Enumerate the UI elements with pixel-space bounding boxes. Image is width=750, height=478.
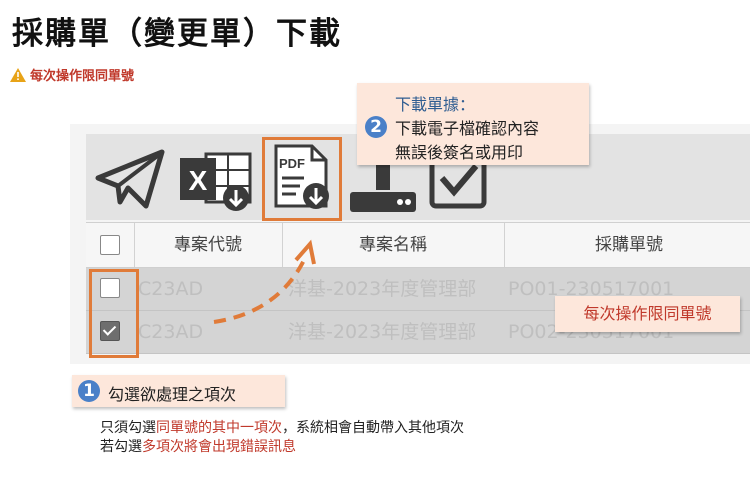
excel-export-icon[interactable]: X	[178, 148, 256, 212]
warning-icon	[10, 67, 26, 82]
note-2-pre: 若勾選	[100, 439, 142, 455]
warning-text: 每次操作限同單號	[30, 69, 135, 84]
header-po-number[interactable]: 採購單號	[504, 223, 750, 267]
table-header: 專案代號 專案名稱 採購單號	[86, 222, 750, 268]
note-2-highlight: 多項次將會出現錯誤訊息	[142, 439, 296, 455]
note-1-pre: 只須勾選	[100, 420, 156, 436]
instruction-notes: 只須勾選同單號的其中一項次，系統相會自動帶入其他項次 若勾選多項次將會出現錯誤訊…	[100, 419, 464, 457]
select-all-cell	[86, 223, 135, 267]
callout-same-po: 每次操作限同單號	[555, 296, 740, 332]
callout-select: 1 勾選欲處理之項次	[72, 375, 285, 407]
pdf-highlight	[262, 137, 342, 221]
dashed-arrow	[213, 239, 316, 324]
note-1-highlight: 同單號的其中一項次	[156, 420, 282, 436]
callout-download-line2: 無誤後簽名或用印	[395, 143, 524, 162]
callout-select-label: 勾選欲處理之項次	[108, 385, 237, 404]
note-line-2: 若勾選多項次將會出現錯誤訊息	[100, 438, 464, 457]
svg-text:X: X	[189, 165, 208, 196]
callout-download: 2 下載單據： 下載電子檔確認內容 無誤後簽名或用印	[357, 83, 589, 165]
callout-download-line1: 下載電子檔確認內容	[395, 119, 540, 138]
checkbox-highlight	[89, 269, 139, 358]
select-all-checkbox[interactable]	[100, 235, 120, 255]
step-2-badge: 2	[365, 116, 387, 138]
note-line-1: 只須勾選同單號的其中一項次，系統相會自動帶入其他項次	[100, 419, 464, 438]
step-1-badge: 1	[78, 380, 100, 402]
cell-project-name: 洋基-2023年度管理部	[288, 278, 477, 300]
warning-note: 每次操作限同單號	[10, 65, 134, 84]
note-1-post: ，系統相會自動帶入其他項次	[282, 420, 464, 436]
cell-project-name: 洋基-2023年度管理部	[288, 321, 477, 343]
callout-download-heading: 下載單據：	[395, 95, 476, 114]
send-icon[interactable]	[94, 148, 166, 210]
page-title: 採購單（變更單）下載	[12, 16, 342, 52]
